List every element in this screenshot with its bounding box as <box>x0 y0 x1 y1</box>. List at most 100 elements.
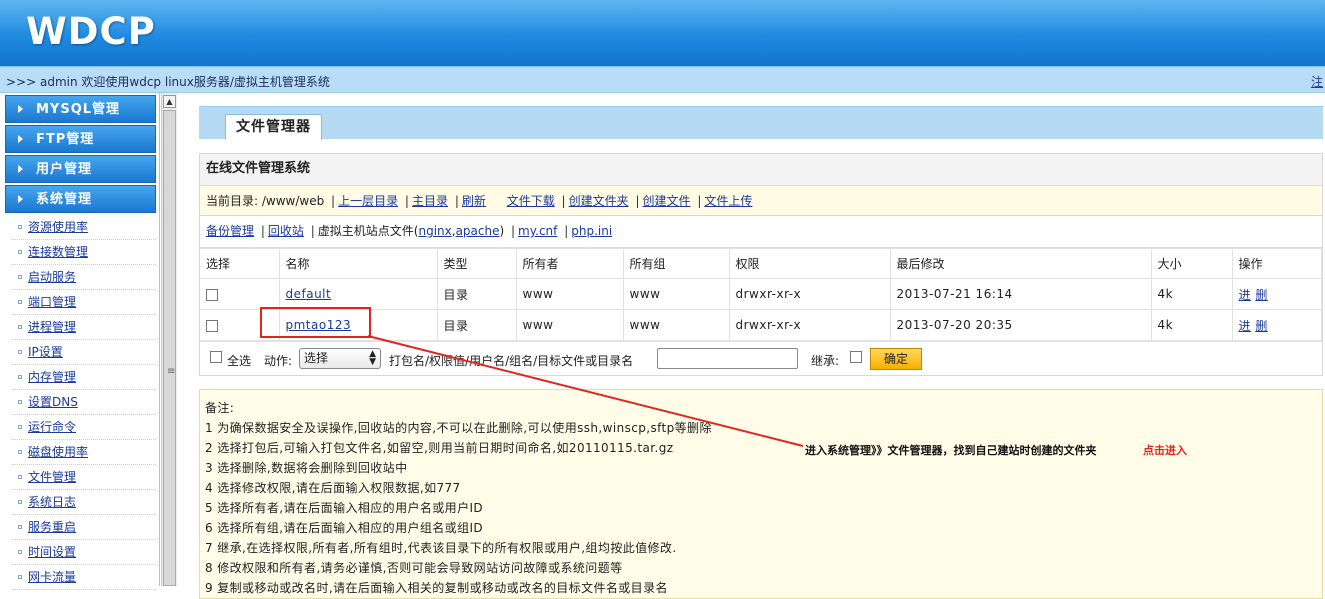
refresh-link[interactable]: 刷新 <box>462 194 486 208</box>
row-checkbox[interactable] <box>206 319 218 332</box>
bullet-icon <box>18 425 22 429</box>
sidebar-scrollbar[interactable]: ▲ ≡ <box>161 93 177 586</box>
wdcp-logo: WDCP <box>26 10 156 53</box>
bullet-icon <box>18 275 22 279</box>
mycnf-link[interactable]: my.cnf <box>518 224 557 238</box>
file-name-link[interactable]: pmtao123 <box>286 318 352 332</box>
file-table: 选择 名称 类型 所有者 所有组 权限 最后修改 大小 操作 default 目… <box>200 248 1322 341</box>
bullet-icon <box>18 525 22 529</box>
bulk-actions-bar: 全选 动作: 选择 ▲ ▼ 打包名/权限值/用户名/组名/目标文件或目录名 继承: … <box>200 341 1322 375</box>
sidebar-item-system-log: 系统日志 <box>12 490 156 515</box>
sidebar-item-memory: 内存管理 <box>12 365 156 390</box>
col-type: 类型 <box>437 248 517 279</box>
col-actions: 操作 <box>1232 248 1322 279</box>
sidebar-cat-mysql[interactable]: MYSQL管理 <box>5 95 156 123</box>
row-checkbox[interactable] <box>206 288 218 301</box>
annotation-click-hint: 点击进入 <box>1143 444 1187 457</box>
bullet-icon <box>18 450 22 454</box>
target-hint-label: 打包名/权限值/用户名/组名/目标文件或目录名 <box>389 354 634 368</box>
apache-link[interactable]: apache <box>456 224 500 238</box>
home-directory-link[interactable]: 主目录 <box>412 194 448 208</box>
action-select[interactable]: 选择 ▲ ▼ <box>299 348 381 369</box>
select-all-checkbox[interactable] <box>210 351 222 363</box>
file-modified: 2013-07-21 16:14 <box>890 278 1152 310</box>
inherit-label: 继承: <box>811 354 840 368</box>
select-all-label: 全选 <box>227 354 252 368</box>
tab-file-manager[interactable]: 文件管理器 <box>225 114 322 140</box>
delete-link[interactable]: 删 <box>1255 319 1268 333</box>
up-directory-link[interactable]: 上一层目录 <box>338 194 398 208</box>
file-download-link[interactable]: 文件下载 <box>507 194 555 208</box>
select-arrows-icon: ▲ ▼ <box>369 349 376 367</box>
scroll-up-arrow-icon[interactable]: ▲ <box>163 95 176 108</box>
col-modified: 最后修改 <box>890 248 1152 279</box>
target-input[interactable] <box>657 348 798 369</box>
bullet-icon <box>18 350 22 354</box>
bullet-icon <box>18 575 22 579</box>
sidebar-item-resource-usage: 资源使用率 <box>12 215 156 240</box>
table-row: pmtao123 目录 www www drwxr-xr-x 2013-07-2… <box>200 309 1322 341</box>
sidebar-item-connections: 连接数管理 <box>12 240 156 265</box>
file-name-link[interactable]: default <box>286 287 332 301</box>
note-line: 7 继承,在选择权限,所有者,所有组时,代表该目录下的所有权限或用户,组均按此值… <box>205 541 677 555</box>
toolbar-directory: 当前目录: /www/web | 上一层目录 | 主目录 | 刷新 文件下载 | 创建文… <box>200 186 1322 216</box>
col-name: 名称 <box>279 248 438 279</box>
bullet-icon <box>18 500 22 504</box>
create-file-link[interactable]: 创建文件 <box>642 194 690 208</box>
bullet-icon <box>18 300 22 304</box>
title-bar: 文件管理器 <box>199 106 1323 140</box>
sidebar-item-processes: 进程管理 <box>12 315 156 340</box>
notes-box: 备注: 1 为确保数据安全及误操作,回收站的内容,不可以在此删除,可以使用ssh… <box>199 389 1323 599</box>
sidebar-cat-system[interactable]: 系统管理 <box>5 185 156 213</box>
file-upload-link[interactable]: 文件上传 <box>704 194 752 208</box>
confirm-button[interactable]: 确定 <box>870 348 922 370</box>
annotation-text: 进入系统管理》》文件管理器，找到自己建站时创建的文件夹 <box>805 444 1097 457</box>
create-folder-link[interactable]: 创建文件夹 <box>569 194 629 208</box>
col-size: 大小 <box>1151 248 1233 279</box>
nginx-link[interactable]: nginx <box>418 224 451 238</box>
note-line: 6 选择所有组,请在后面输入相应的用户组名或组ID <box>205 521 484 535</box>
note-line: 4 选择修改权限,请在后面输入权限数据,如777 <box>205 481 461 495</box>
vhost-label: 虚拟主机站点文件( <box>317 224 419 238</box>
file-type: 目录 <box>437 309 517 341</box>
col-permissions: 权限 <box>729 248 891 279</box>
sidebar: MYSQL管理 FTP管理 用户管理 系统管理 资源使用率 连接数管理 启动服务… <box>0 93 160 590</box>
note-line: 3 选择删除,数据将会删除到回收站中 <box>205 461 408 475</box>
file-owner: www <box>516 278 624 310</box>
note-line: 1 为确保数据安全及误操作,回收站的内容,不可以在此删除,可以使用ssh,win… <box>205 421 712 435</box>
phpini-link[interactable]: php.ini <box>571 224 612 238</box>
bullet-icon <box>18 250 22 254</box>
col-select: 选择 <box>200 248 280 279</box>
app-header: WDCP <box>0 0 1325 66</box>
enter-link[interactable]: 进 <box>1239 288 1252 302</box>
bullet-icon <box>18 400 22 404</box>
inherit-checkbox[interactable] <box>850 351 862 363</box>
scroll-thumb[interactable]: ≡ <box>163 110 176 586</box>
recycle-bin-link[interactable]: 回收站 <box>268 224 304 238</box>
bullet-icon <box>18 475 22 479</box>
col-owner: 所有者 <box>516 248 624 279</box>
sidebar-item-restart-service: 服务重启 <box>12 515 156 540</box>
sidebar-cat-users[interactable]: 用户管理 <box>5 155 156 183</box>
logout-link[interactable]: 注 <box>1311 73 1323 90</box>
enter-link[interactable]: 进 <box>1239 319 1252 333</box>
file-manager-panel: 在线文件管理系统 当前目录: /www/web | 上一层目录 | 主目录 | 刷新 … <box>199 153 1323 376</box>
delete-link[interactable]: 删 <box>1255 288 1268 302</box>
panel-title: 在线文件管理系统 <box>200 154 1322 186</box>
toolbar-config: 备份管理 | 回收站 | 虚拟主机站点文件(nginx,apache) | my.cn… <box>200 216 1322 248</box>
triangle-right-icon <box>18 135 23 143</box>
sidebar-item-file-manager: 文件管理 <box>12 465 156 490</box>
table-header-row: 选择 名称 类型 所有者 所有组 权限 最后修改 大小 操作 <box>200 248 1322 279</box>
main-content: 文件管理器 在线文件管理系统 当前目录: /www/web | 上一层目录 | 主目… <box>199 106 1323 599</box>
file-permissions: drwxr-xr-x <box>729 309 891 341</box>
triangle-right-icon <box>18 195 23 203</box>
bullet-icon <box>18 225 22 229</box>
backup-link[interactable]: 备份管理 <box>206 224 254 238</box>
bullet-icon <box>18 550 22 554</box>
notes-title: 备注: <box>205 401 235 415</box>
file-type: 目录 <box>437 278 517 310</box>
note-line: 5 选择所有者,请在后面输入相应的用户名或用户ID <box>205 501 484 515</box>
sidebar-item-dns: 设置DNS <box>12 390 156 415</box>
sidebar-cat-ftp[interactable]: FTP管理 <box>5 125 156 153</box>
sidebar-item-ports: 端口管理 <box>12 290 156 315</box>
